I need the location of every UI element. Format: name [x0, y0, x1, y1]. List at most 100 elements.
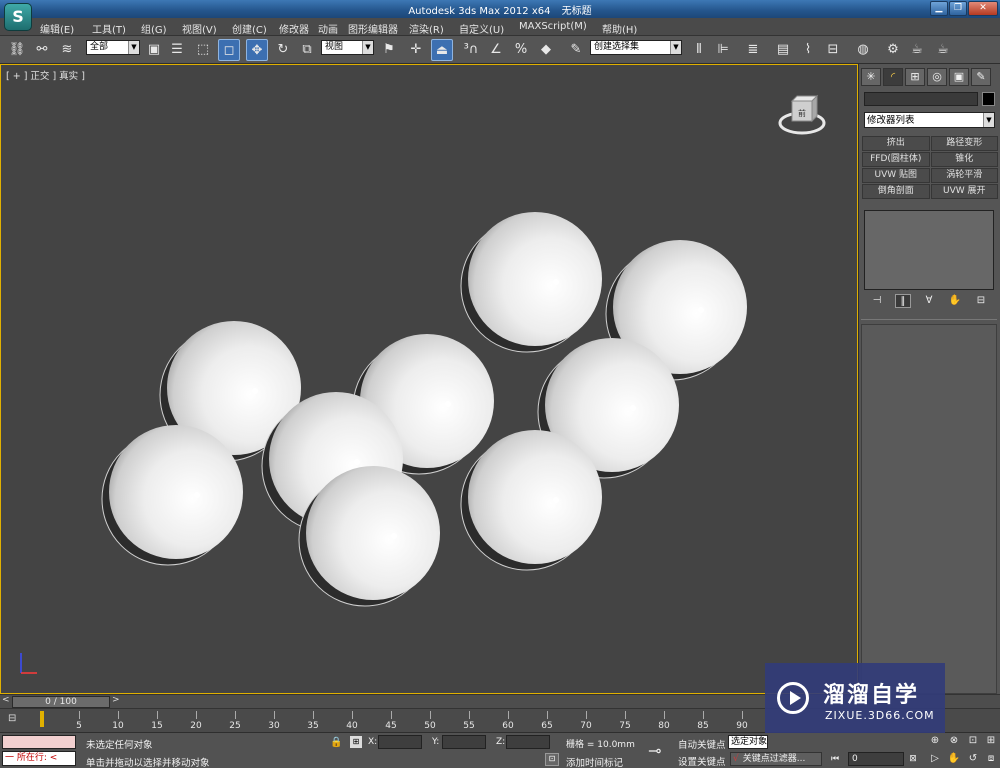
selection-set-dropdown[interactable]: 选定对象	[728, 735, 768, 749]
configure-sets-icon[interactable]: ⊟	[973, 294, 989, 308]
lock-icon[interactable]: 🔒	[330, 737, 342, 748]
schematic-view-icon[interactable]: ⊟	[822, 39, 844, 61]
link-icon[interactable]: ⛓	[6, 39, 28, 61]
render-icon[interactable]: ☕	[932, 39, 954, 61]
edit-named-sel-icon[interactable]: ✎	[565, 39, 587, 61]
pan-view-icon[interactable]: ✋	[947, 752, 961, 766]
menu-create[interactable]: 创建(C)	[232, 21, 267, 36]
go-to-start-icon[interactable]: ⏮	[828, 752, 842, 766]
ref-coord-dropdown[interactable]: 视图 ▼	[321, 40, 374, 55]
material-editor-icon[interactable]: ◍	[852, 39, 874, 61]
menu-tools[interactable]: 工具(T)	[92, 21, 126, 36]
zoom-all-icon[interactable]: ⊗	[947, 734, 961, 748]
zoom-extents-icon[interactable]: ⊕	[928, 734, 942, 748]
field-of-view-icon[interactable]: ▷	[928, 752, 942, 766]
mini-curve-editor-icon[interactable]: ⊟	[8, 713, 24, 727]
spinner-snap-icon[interactable]: ◆	[535, 39, 557, 61]
motion-tab[interactable]: ◎	[927, 68, 947, 86]
create-tab[interactable]: ✳	[861, 68, 881, 86]
app-logo-button[interactable]: S	[4, 3, 32, 31]
minimize-button[interactable]: ▁	[930, 1, 948, 16]
menu-group[interactable]: 组(G)	[141, 21, 167, 36]
object-name-field[interactable]	[864, 92, 978, 106]
z-coord-field[interactable]	[506, 735, 550, 749]
select-object-icon[interactable]: ▣	[143, 39, 165, 61]
object-color-swatch[interactable]	[982, 92, 995, 106]
key-icon[interactable]: ⊸	[648, 741, 661, 760]
set-key-button[interactable]: 设置关键点	[678, 754, 726, 768]
keyboard-shortcut-icon[interactable]: ⏏	[431, 39, 453, 61]
close-button[interactable]: ✕	[968, 1, 998, 16]
pin-stack-icon[interactable]: ⊣	[869, 294, 885, 308]
zoom-extents-selected-icon[interactable]: ⊞	[984, 734, 998, 748]
select-rotate-icon[interactable]: ↻	[272, 39, 294, 61]
maximize-viewport-icon[interactable]: ⧈	[984, 752, 998, 766]
menu-rendering[interactable]: 渲染(R)	[409, 21, 444, 36]
time-prev-button[interactable]: <	[2, 695, 10, 705]
modifier-button-extrude[interactable]: 挤出	[862, 136, 930, 151]
menu-modifiers[interactable]: 修改器	[279, 21, 309, 36]
modifier-button-ffd-cyl[interactable]: FFD(圆柱体)	[862, 152, 930, 167]
select-move-icon[interactable]: ✥	[246, 39, 268, 61]
rendered-frame-icon[interactable]: ☕	[906, 39, 928, 61]
zoom-extents-all-icon[interactable]: ⊡	[966, 734, 980, 748]
menu-views[interactable]: 视图(V)	[182, 21, 217, 36]
maxscript-prompt[interactable]: 一 所在行: <	[2, 751, 76, 766]
current-frame-marker[interactable]	[40, 711, 44, 727]
render-setup-icon[interactable]: ⚙	[882, 39, 904, 61]
absolute-mode-icon[interactable]: ⊞	[350, 736, 362, 748]
window-crossing-icon[interactable]: ◻	[218, 39, 240, 61]
select-by-name-icon[interactable]: ☰	[166, 39, 188, 61]
layer-manager-icon[interactable]: ≣	[742, 39, 764, 61]
restore-button[interactable]: ❐	[949, 1, 967, 16]
menu-animation[interactable]: 动画	[318, 21, 338, 36]
time-next-button[interactable]: >	[112, 695, 120, 705]
angle-snap-icon[interactable]: ∠	[485, 39, 507, 61]
time-slider-handle[interactable]: 0 / 100	[12, 696, 110, 708]
percent-snap-icon[interactable]: %	[510, 39, 532, 61]
auto-key-button[interactable]: 自动关键点	[678, 737, 726, 751]
sphere[interactable]	[460, 212, 602, 353]
utilities-tab[interactable]: ✎	[971, 68, 991, 86]
key-filters-button[interactable]: √ 关键点过滤器...	[730, 752, 822, 766]
mirror-icon[interactable]: ⫴	[688, 39, 710, 61]
graphite-icon[interactable]: ▤	[772, 39, 794, 61]
viewcube[interactable]: 前	[777, 93, 827, 143]
pivot-center-icon[interactable]: ⚑	[378, 39, 400, 61]
modifier-button-uvw-map[interactable]: UVW 贴图	[862, 168, 930, 183]
menu-help[interactable]: 帮助(H)	[602, 21, 637, 36]
menu-customize[interactable]: 自定义(U)	[459, 21, 504, 36]
curve-editor-icon[interactable]: ⌇	[797, 39, 819, 61]
align-icon[interactable]: ⊫	[712, 39, 734, 61]
x-coord-field[interactable]	[378, 735, 422, 749]
make-unique-icon[interactable]: ∀	[921, 294, 937, 308]
time-config-icon[interactable]: ⊠	[906, 752, 920, 766]
select-scale-icon[interactable]: ⧉	[296, 39, 318, 61]
modifier-button-path-deform[interactable]: 路径变形	[930, 136, 998, 151]
named-selection-dropdown[interactable]: 创建选择集 ▼	[590, 40, 682, 55]
rect-region-icon[interactable]: ⬚	[192, 39, 214, 61]
hierarchy-tab[interactable]: ⊞	[905, 68, 925, 86]
modifier-list-dropdown[interactable]: 修改器列表 ▼	[864, 112, 995, 128]
modifier-button-turbosmooth[interactable]: 涡轮平滑	[930, 168, 998, 183]
modifier-button-unwrap-uvw[interactable]: UVW 展开	[930, 184, 998, 199]
selection-filter-dropdown[interactable]: 全部 ▼	[86, 40, 140, 55]
modify-tab[interactable]: ◜	[883, 68, 903, 86]
display-tab[interactable]: ▣	[949, 68, 969, 86]
modifier-button-taper[interactable]: 锥化	[930, 152, 998, 167]
orbit-icon[interactable]: ↺	[966, 752, 980, 766]
current-frame-field[interactable]: 0	[848, 752, 904, 766]
y-coord-field[interactable]	[442, 735, 486, 749]
menu-edit[interactable]: 编辑(E)	[40, 21, 74, 36]
snaps-3d-icon[interactable]: ³∩	[460, 39, 482, 61]
menu-graph-editors[interactable]: 图形编辑器	[348, 21, 398, 36]
show-end-result-icon[interactable]: ∥	[895, 294, 911, 308]
add-time-tag[interactable]: 添加时间标记	[566, 755, 623, 768]
unlink-icon[interactable]: ⚯	[31, 39, 53, 61]
select-manipulate-icon[interactable]: ✛	[405, 39, 427, 61]
bind-spacewarp-icon[interactable]: ≋	[56, 39, 78, 61]
maxscript-listener[interactable]	[2, 735, 76, 749]
perspective-viewport[interactable]: [ + ] 正交 ] 真实 ] 前	[0, 64, 858, 694]
menu-maxscript[interactable]: MAXScript(M)	[519, 21, 587, 32]
modifier-stack[interactable]	[864, 210, 994, 290]
